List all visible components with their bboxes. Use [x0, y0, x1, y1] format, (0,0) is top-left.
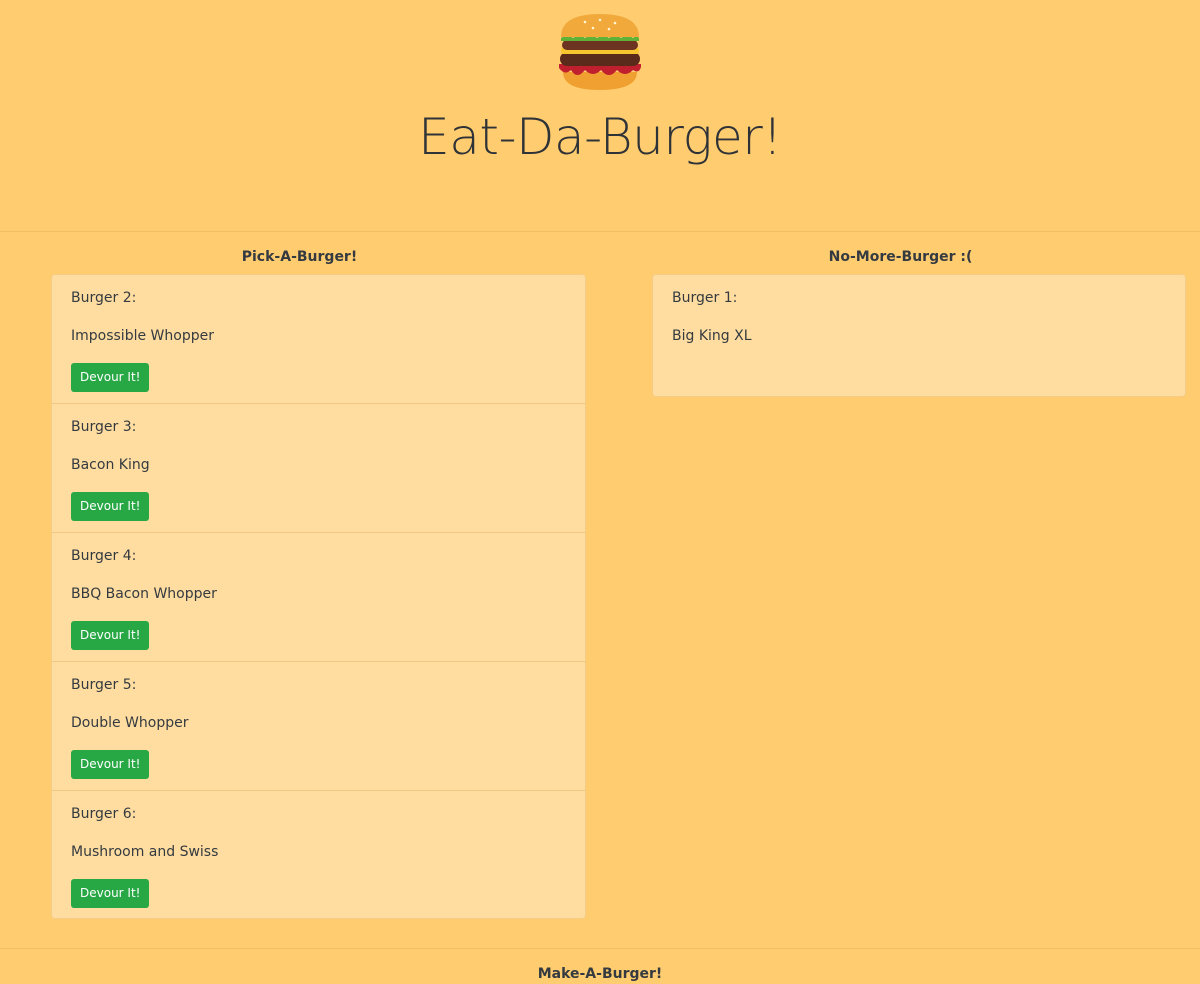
- burger-number: Burger 5:: [71, 677, 137, 693]
- main-section: Pick-A-Burger! Burger 2: Impossible Whop…: [0, 232, 1200, 949]
- list-item: Burger 2: Impossible Whopper Devour It!: [52, 275, 585, 404]
- burger-name: Bacon King: [71, 457, 150, 473]
- list-item: Burger 5: Double Whopper Devour It!: [52, 662, 585, 791]
- devour-button[interactable]: Devour It!: [71, 750, 150, 779]
- burger-name: Impossible Whopper: [71, 328, 214, 344]
- pick-a-burger-heading: Pick-A-Burger!: [241, 249, 358, 265]
- burger-number: Burger 2:: [71, 290, 137, 306]
- burger-icon: [559, 14, 641, 90]
- list-item: Burger 1: Big King XL: [653, 275, 1185, 396]
- page-title: Eat-Da-Burger!: [418, 108, 782, 166]
- burger-name: Double Whopper: [71, 715, 189, 731]
- make-a-burger-heading: Make-A-Burger!: [537, 966, 663, 982]
- burger-name: Big King XL: [672, 328, 752, 344]
- list-item: Burger 3: Bacon King Devour It!: [52, 404, 585, 533]
- burger-number: Burger 1:: [672, 290, 738, 306]
- devour-button[interactable]: Devour It!: [71, 879, 150, 908]
- devour-button[interactable]: Devour It!: [71, 492, 150, 521]
- list-item: Burger 4: BBQ Bacon Whopper Devour It!: [52, 533, 585, 662]
- list-item: Burger 6: Mushroom and Swiss Devour It!: [52, 791, 585, 920]
- devour-button[interactable]: Devour It!: [71, 621, 150, 650]
- uneaten-burger-list: Burger 2: Impossible Whopper Devour It! …: [51, 274, 586, 919]
- burger-number: Burger 4:: [71, 548, 137, 564]
- devoured-burger-list: Burger 1: Big King XL: [652, 274, 1186, 397]
- devour-button[interactable]: Devour It!: [71, 363, 150, 392]
- burger-number: Burger 3:: [71, 419, 137, 435]
- burger-number: Burger 6:: [71, 806, 137, 822]
- header: Eat-Da-Burger!: [0, 0, 1200, 232]
- burger-name: BBQ Bacon Whopper: [71, 586, 217, 602]
- burger-name: Mushroom and Swiss: [71, 844, 219, 860]
- no-more-burger-heading: No-More-Burger :(: [828, 249, 973, 265]
